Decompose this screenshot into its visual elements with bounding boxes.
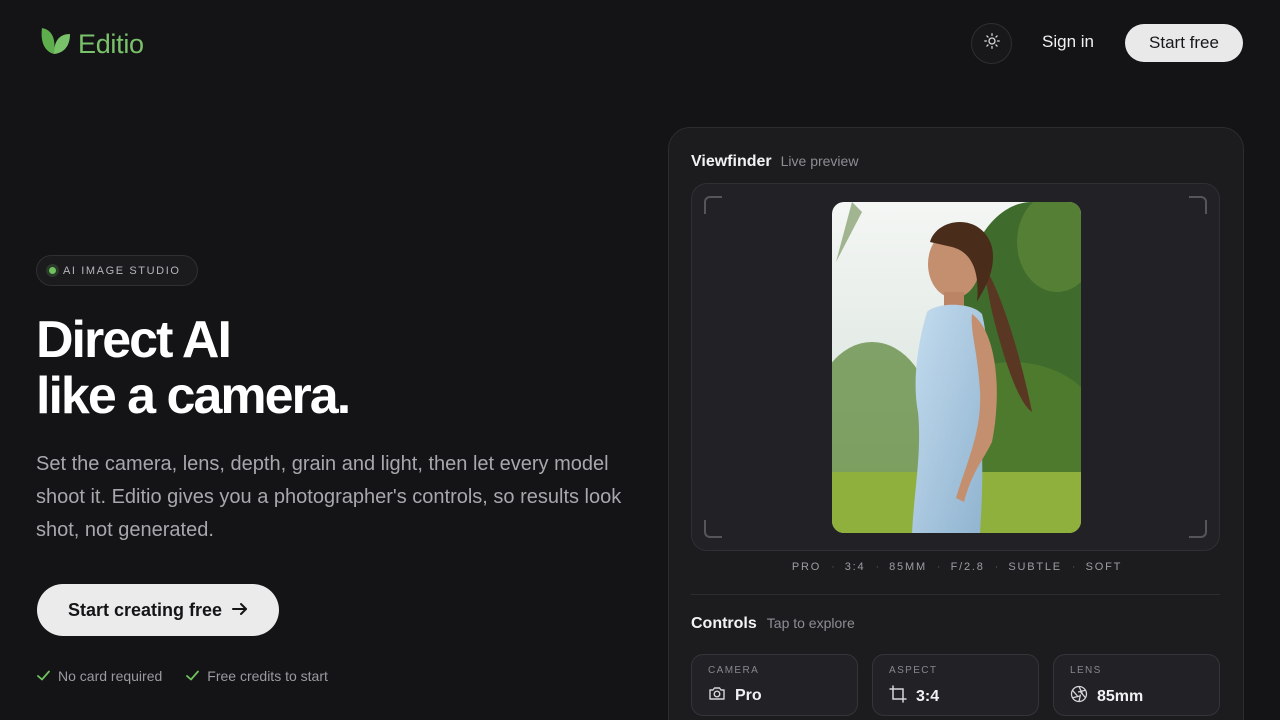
viewfinder-frame [691,183,1220,551]
hero-description: Set the camera, lens, depth, grain and l… [36,453,622,541]
spec-aspect: 3:4 [844,561,866,573]
brand-logo[interactable]: Editio [38,26,144,63]
spec-separator: · [936,561,941,573]
badge-label: AI IMAGE STUDIO [63,264,181,277]
control-value-text: 3:4 [916,687,940,705]
theme-toggle-button[interactable] [971,23,1012,64]
aperture-icon [1070,685,1088,708]
spec-light: SOFT [1085,561,1123,573]
spec-separator: · [994,561,999,573]
spec-readout: PRO · 3:4 · 85MM · F/2.8 · SUBTLE · SOFT [669,561,1245,573]
control-value-text: Pro [735,686,762,704]
sign-in-link[interactable]: Sign in [1042,32,1094,52]
control-label: ASPECT [889,665,938,676]
hero-badge: AI IMAGE STUDIO [36,255,198,286]
spec-camera: PRO [791,561,822,573]
preview-photo [832,202,1081,533]
controls-subtitle: Tap to explore [766,615,855,631]
start-free-button[interactable]: Start free [1125,24,1243,62]
spec-lens: 85MM [889,561,927,573]
perk-label: Free credits to start [207,668,328,684]
crop-icon [889,685,907,708]
brand-name: Editio [78,29,144,59]
perk-list: No card required Free credits to start [37,668,328,684]
viewfinder-title: Viewfinder [691,153,772,170]
check-icon [37,668,50,684]
control-value: 3:4 [889,685,939,708]
headline-line-2: like a camera. [36,367,351,425]
cta-label: Start creating free [67,599,223,620]
spec-aperture: F/2.8 [950,561,985,573]
spec-separator: · [875,561,880,573]
control-value: Pro [708,685,762,706]
leaf-icon [38,26,72,63]
spec-grain: SUBTLE [1008,561,1062,573]
control-label: CAMERA [708,665,760,676]
spec-separator: · [1071,561,1076,573]
control-label: LENS [1070,665,1102,676]
viewfinder-panel: Viewfinder Live preview PRO · 3:4 · 85MM… [668,127,1244,720]
control-value-text: 85mm [1097,687,1144,705]
controls-title: Controls [691,615,757,632]
control-value: 85mm [1070,685,1143,708]
hero-headline: Direct AI like a camera. [36,311,351,425]
frame-corner [1189,196,1207,214]
controls-header: Controls Tap to explore [691,615,855,633]
headline-line-1: Direct AI [36,311,232,369]
frame-corner [1189,520,1207,538]
start-creating-button[interactable]: Start creating free [37,584,279,636]
perk-item: Free credits to start [186,668,328,684]
control-camera[interactable]: CAMERA Pro [691,654,858,716]
frame-corner [704,520,722,538]
frame-corner [704,196,722,214]
spec-separator: · [831,561,835,573]
camera-icon [708,685,726,706]
arrow-right-icon [232,600,248,621]
control-lens[interactable]: LENS 85mm [1053,654,1220,716]
status-dot-icon [49,267,56,274]
viewfinder-subtitle: Live preview [780,153,859,169]
control-aspect[interactable]: ASPECT 3:4 [872,654,1039,716]
panel-divider [691,594,1220,595]
sun-icon [983,33,1000,54]
perk-item: No card required [37,668,162,684]
viewfinder-header: Viewfinder Live preview [691,153,858,171]
perk-label: No card required [58,668,163,684]
check-icon [186,668,200,684]
